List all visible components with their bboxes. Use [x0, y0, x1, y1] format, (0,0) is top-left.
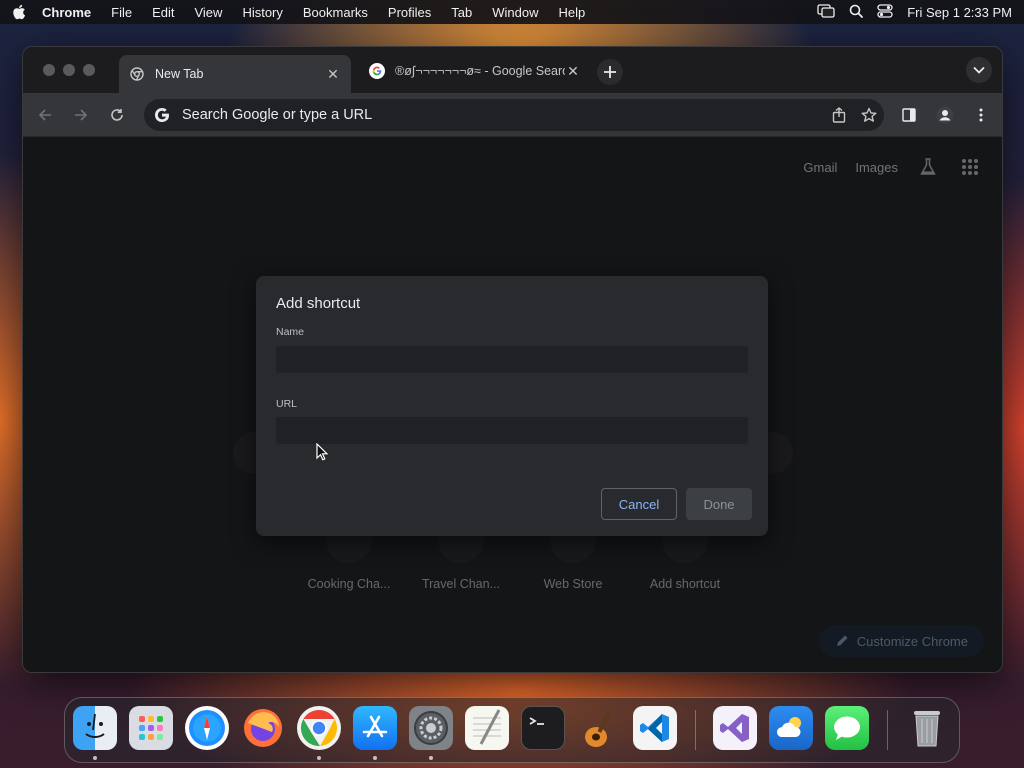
terminal-icon[interactable] — [521, 706, 565, 750]
vscode-icon[interactable] — [633, 706, 677, 750]
tab-new-tab[interactable]: New Tab ✕ — [119, 55, 351, 93]
tab-google-search[interactable]: ®ø∫¬¬¬¬¬¬¬ø≈ - Google Search ✕ — [359, 55, 591, 87]
omnibox-input[interactable] — [182, 107, 824, 123]
menu-edit[interactable]: Edit — [152, 5, 174, 20]
reload-button[interactable] — [107, 105, 127, 125]
system-settings-icon[interactable] — [409, 706, 453, 750]
apple-menu-icon[interactable] — [12, 4, 42, 20]
close-tab-icon[interactable]: ✕ — [565, 63, 581, 79]
close-window-button[interactable] — [43, 64, 55, 76]
garageband-icon[interactable] — [577, 706, 621, 750]
safari-icon[interactable] — [185, 706, 229, 750]
forward-arrow-icon — [75, 109, 88, 121]
menu-profiles[interactable]: Profiles — [388, 5, 431, 20]
tab-title: New Tab — [155, 67, 204, 81]
messages-icon[interactable] — [825, 706, 869, 750]
chrome-menu-icon[interactable] — [971, 105, 991, 125]
bookmark-star-icon[interactable] — [854, 100, 884, 130]
menu-tab[interactable]: Tab — [451, 5, 472, 20]
name-field[interactable] — [276, 346, 748, 373]
textedit-icon[interactable] — [465, 706, 509, 750]
chrome-icon — [129, 66, 145, 82]
add-shortcut-dialog: Add shortcut Name URL Cancel Done — [256, 276, 768, 536]
url-field[interactable] — [276, 417, 748, 444]
new-tab-button[interactable] — [597, 59, 623, 85]
profile-avatar-icon[interactable] — [935, 105, 955, 125]
minimize-window-button[interactable] — [63, 64, 75, 76]
mouse-pointer-icon — [316, 442, 329, 466]
side-panel-icon[interactable] — [899, 105, 919, 125]
name-field-label: Name — [276, 326, 305, 338]
launchpad-icon[interactable] — [129, 706, 173, 750]
trash-icon[interactable] — [905, 706, 949, 750]
window-controls — [43, 64, 95, 76]
share-icon[interactable] — [824, 100, 854, 130]
chrome-icon[interactable] — [297, 706, 341, 750]
url-field-label: URL — [276, 398, 298, 410]
finder-icon[interactable] — [73, 706, 117, 750]
firefox-icon[interactable] — [241, 706, 285, 750]
omnibox[interactable] — [144, 99, 884, 131]
tab-search-button[interactable] — [966, 57, 992, 83]
control-center-icon[interactable] — [877, 3, 893, 21]
menu-bookmarks[interactable]: Bookmarks — [303, 5, 368, 20]
menu-file[interactable]: File — [111, 5, 132, 20]
done-button[interactable]: Done — [686, 488, 752, 520]
menu-view[interactable]: View — [194, 5, 222, 20]
back-arrow-icon — [38, 109, 51, 121]
weather-icon[interactable] — [769, 706, 813, 750]
visual-studio-icon[interactable] — [713, 706, 757, 750]
google-icon — [369, 63, 385, 79]
forward-button[interactable] — [71, 105, 91, 125]
reload-icon — [111, 109, 123, 121]
chevron-down-icon — [973, 66, 985, 74]
menu-bar: Chrome File Edit View History Bookmarks … — [0, 0, 1024, 24]
tab-title: ®ø∫¬¬¬¬¬¬¬ø≈ - Google Search — [395, 64, 565, 78]
browser-toolbar — [23, 93, 1002, 137]
tab-strip: New Tab ✕ ®ø∫¬¬¬¬¬¬¬ø≈ - Google Search ✕ — [23, 47, 1002, 93]
spotlight-search-icon[interactable] — [849, 4, 864, 21]
google-g-icon — [152, 105, 172, 125]
screen-mirroring-icon[interactable] — [817, 3, 835, 21]
menu-window[interactable]: Window — [492, 5, 538, 20]
menu-app-name[interactable]: Chrome — [42, 5, 91, 20]
dialog-title: Add shortcut — [276, 295, 361, 312]
back-button[interactable] — [35, 105, 55, 125]
cancel-button[interactable]: Cancel — [601, 488, 677, 520]
close-tab-icon[interactable]: ✕ — [325, 66, 341, 82]
dock — [64, 697, 960, 763]
zoom-window-button[interactable] — [83, 64, 95, 76]
menubar-clock[interactable]: Fri Sep 1 2:33 PM — [907, 5, 1012, 20]
menu-help[interactable]: Help — [559, 5, 586, 20]
menu-history[interactable]: History — [242, 5, 282, 20]
app-store-icon[interactable] — [353, 706, 397, 750]
